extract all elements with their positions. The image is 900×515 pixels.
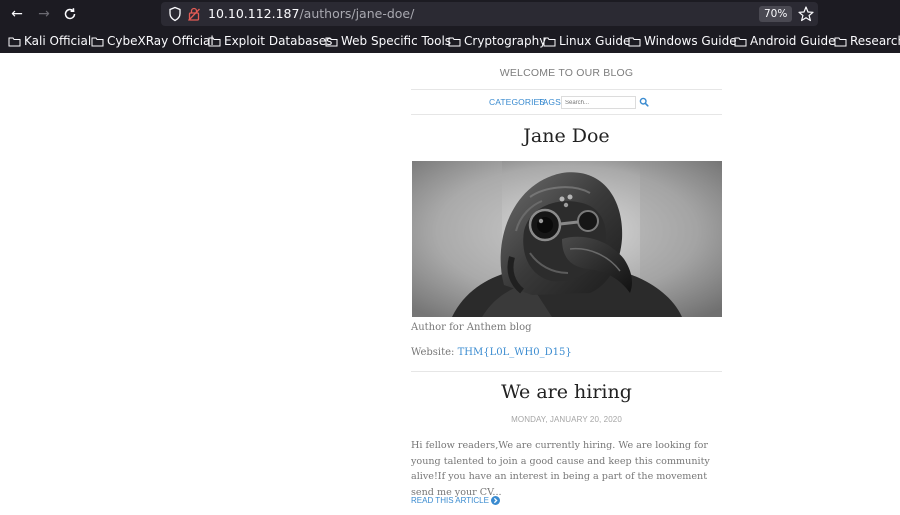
author-name: Jane Doe bbox=[523, 125, 610, 147]
website-label: Website: bbox=[411, 347, 455, 358]
bookmark-kali-official[interactable]: Kali Official bbox=[8, 32, 91, 50]
folder-icon bbox=[325, 37, 338, 46]
bookmark-cryptography[interactable]: Cryptography bbox=[448, 32, 546, 50]
folder-icon bbox=[8, 37, 21, 46]
bookmark-cybexray-official[interactable]: CybeXRay Official bbox=[91, 32, 214, 50]
post-date: MONDAY, JANUARY 20, 2020 bbox=[511, 415, 622, 424]
folder-icon bbox=[834, 37, 847, 46]
bookmark-label: Windows Guide bbox=[644, 34, 737, 48]
bookmark-windows-guide[interactable]: Windows Guide bbox=[628, 32, 737, 50]
blog-title[interactable]: WELCOME TO OUR BLOG bbox=[411, 67, 722, 79]
insecure-lock-icon[interactable] bbox=[188, 6, 200, 22]
arrow-circle-right-icon bbox=[490, 496, 500, 505]
url-text[interactable]: 10.10.112.187/authors/jane-doe/ bbox=[208, 5, 414, 23]
folder-icon bbox=[543, 37, 556, 46]
divider bbox=[411, 371, 722, 372]
bookmark-label: Android Guide bbox=[750, 34, 836, 48]
bookmark-label: Web Specific Tools bbox=[341, 34, 452, 48]
bookmark-star-icon[interactable] bbox=[797, 5, 815, 23]
url-host: 10.10.112.187 bbox=[208, 6, 300, 21]
read-more-label: READ THIS ARTICLE bbox=[411, 496, 489, 505]
author-photo bbox=[412, 161, 722, 317]
bookmark-label: Cryptography bbox=[464, 34, 547, 48]
bookmark-label: Kali Official bbox=[24, 34, 92, 48]
bookmark-label: CybeXRay Official bbox=[107, 34, 214, 48]
website-link[interactable]: THM{L0L_WH0_D15} bbox=[458, 347, 572, 358]
search-input[interactable] bbox=[561, 96, 636, 109]
post-title[interactable]: We are hiring bbox=[411, 381, 722, 403]
browser-toolbar: ← → 10.10.112.187/authors/jane-doe/ 70% bbox=[0, 0, 900, 29]
blog-nav: CATEGORIES TAGS bbox=[411, 95, 722, 111]
divider bbox=[411, 89, 722, 90]
divider bbox=[411, 114, 722, 115]
folder-icon bbox=[734, 37, 747, 46]
search-icon[interactable] bbox=[639, 97, 649, 107]
bookmark-exploit-databases[interactable]: Exploit Databases bbox=[208, 32, 332, 50]
nav-tags-link[interactable]: TAGS bbox=[538, 97, 561, 107]
bookmark-research[interactable]: Research bbox=[834, 32, 900, 50]
folder-icon bbox=[628, 37, 641, 46]
author-bio: Author for Anthem blog bbox=[411, 322, 532, 333]
forward-arrow-icon[interactable]: → bbox=[34, 4, 54, 24]
folder-icon bbox=[448, 37, 461, 46]
url-bar[interactable]: 10.10.112.187/authors/jane-doe/ 70% bbox=[161, 2, 818, 26]
back-arrow-icon[interactable]: ← bbox=[7, 4, 27, 24]
reload-icon[interactable] bbox=[60, 4, 80, 24]
bookmarks-toolbar: Kali Official CybeXRay Official Exploit … bbox=[0, 29, 900, 53]
folder-icon bbox=[91, 37, 104, 46]
page-content: WELCOME TO OUR BLOG CATEGORIES TAGS Jane… bbox=[0, 53, 900, 515]
bookmark-label: Exploit Databases bbox=[224, 34, 333, 48]
bookmark-label: Linux Guide bbox=[559, 34, 631, 48]
nav-categories-link[interactable]: CATEGORIES bbox=[489, 97, 545, 107]
folder-icon bbox=[208, 37, 221, 46]
author-website: Website: THM{L0L_WH0_D15} bbox=[411, 347, 572, 358]
bookmark-android-guide[interactable]: Android Guide bbox=[734, 32, 835, 50]
bookmark-label: Research bbox=[850, 34, 900, 48]
bookmark-web-specific-tools[interactable]: Web Specific Tools bbox=[325, 32, 451, 50]
zoom-level-badge[interactable]: 70% bbox=[759, 6, 793, 22]
post-excerpt: Hi fellow readers,We are currently hirin… bbox=[411, 440, 710, 498]
tracking-shield-icon[interactable] bbox=[168, 6, 182, 22]
bookmark-linux-guide[interactable]: Linux Guide bbox=[543, 32, 630, 50]
read-more-link[interactable]: READ THIS ARTICLE bbox=[411, 496, 500, 505]
url-path: /authors/jane-doe/ bbox=[299, 6, 415, 21]
